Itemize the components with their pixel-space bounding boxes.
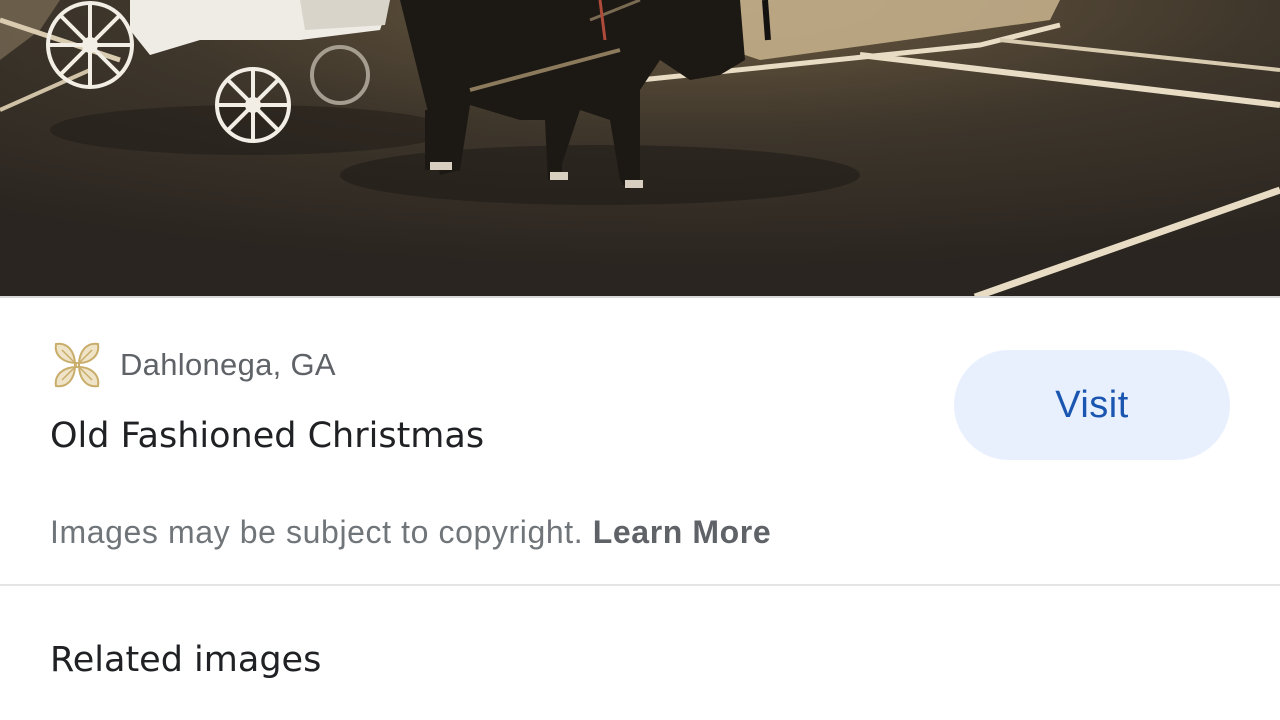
site-name: Dahlonega, GA [120,347,336,382]
hero-divider [0,296,1280,298]
visit-button-label: Visit [1055,383,1129,426]
related-images-heading: Related images [50,640,322,680]
image-viewer-panel: Dahlonega, GA Old Fashioned Christmas Vi… [0,0,1280,720]
four-leaf-ornament-icon [54,342,100,388]
learn-more-link[interactable]: Learn More [593,514,771,550]
section-divider [0,584,1280,586]
page-title[interactable]: Old Fashioned Christmas [50,416,484,456]
source-site[interactable]: Dahlonega, GA [50,338,336,392]
visit-button[interactable]: Visit [954,350,1230,460]
preview-image[interactable] [0,0,1280,297]
copyright-notice: Images may be subject to copyright. Lear… [50,514,771,551]
copyright-text: Images may be subject to copyright. [50,514,593,550]
